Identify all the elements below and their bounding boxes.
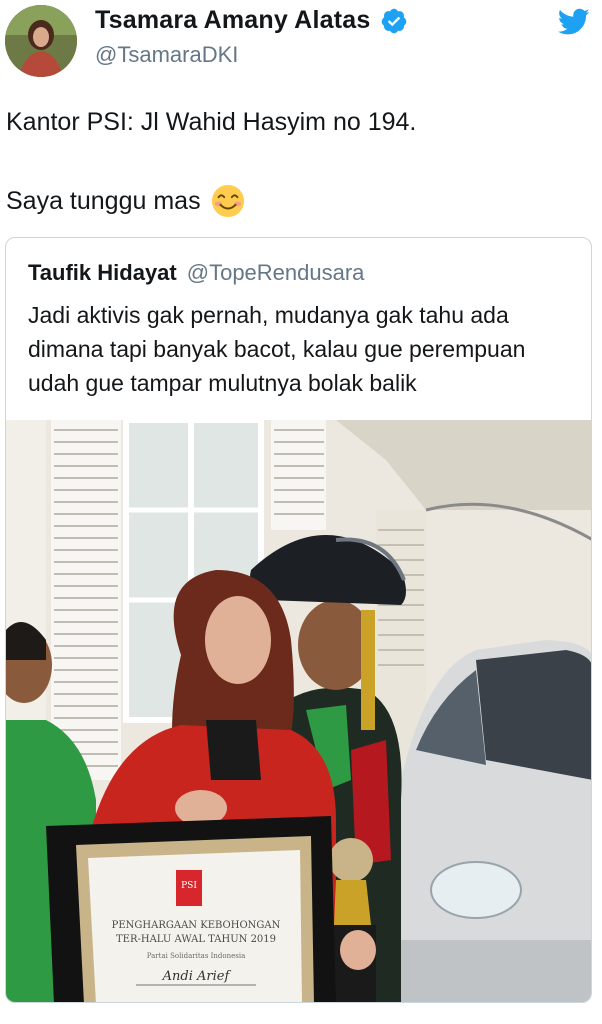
tweet-text: Saya tunggu mas bbox=[6, 186, 201, 215]
quoted-tweet-card[interactable]: Taufik Hidayat @TopeRendusara Jadi aktiv… bbox=[5, 237, 592, 1003]
quoted-display-name[interactable]: Taufik Hidayat bbox=[28, 260, 177, 286]
smiling-face-emoji-icon bbox=[211, 184, 244, 218]
twitter-bird-icon[interactable] bbox=[558, 8, 590, 36]
tweet-text-line: Saya tunggu mas bbox=[6, 184, 245, 218]
avatar[interactable] bbox=[5, 5, 77, 77]
verified-badge-icon bbox=[382, 8, 407, 33]
psi-logo-text: PSI bbox=[181, 881, 197, 891]
certificate-org: Partai Solidaritas Indonesia bbox=[147, 952, 246, 960]
quoted-tweet-photo[interactable]: PSI PENGHARGAAN KEBOHONGAN TER-HALU AWAL… bbox=[6, 420, 592, 1003]
handle[interactable]: @TsamaraDKI bbox=[95, 42, 238, 68]
tweet-text-line: Kantor PSI: Jl Wahid Hasyim no 194. bbox=[6, 108, 417, 136]
certificate-heading-2: TER-HALU AWAL TAHUN 2019 bbox=[116, 934, 276, 945]
quoted-tweet-header: Taufik Hidayat @TopeRendusara bbox=[28, 260, 364, 286]
certificate-heading-1: PENGHARGAAN KEBOHONGAN bbox=[112, 920, 281, 931]
quoted-handle[interactable]: @TopeRendusara bbox=[187, 260, 365, 286]
tweet-header: Tsamara Amany Alatas @TsamaraDKI bbox=[0, 0, 602, 90]
display-name[interactable]: Tsamara Amany Alatas bbox=[95, 6, 370, 35]
quoted-tweet-text: Jadi aktivis gak pernah, mudanya gak tah… bbox=[28, 302, 526, 396]
certificate-recipient: Andi Arief bbox=[162, 969, 232, 984]
